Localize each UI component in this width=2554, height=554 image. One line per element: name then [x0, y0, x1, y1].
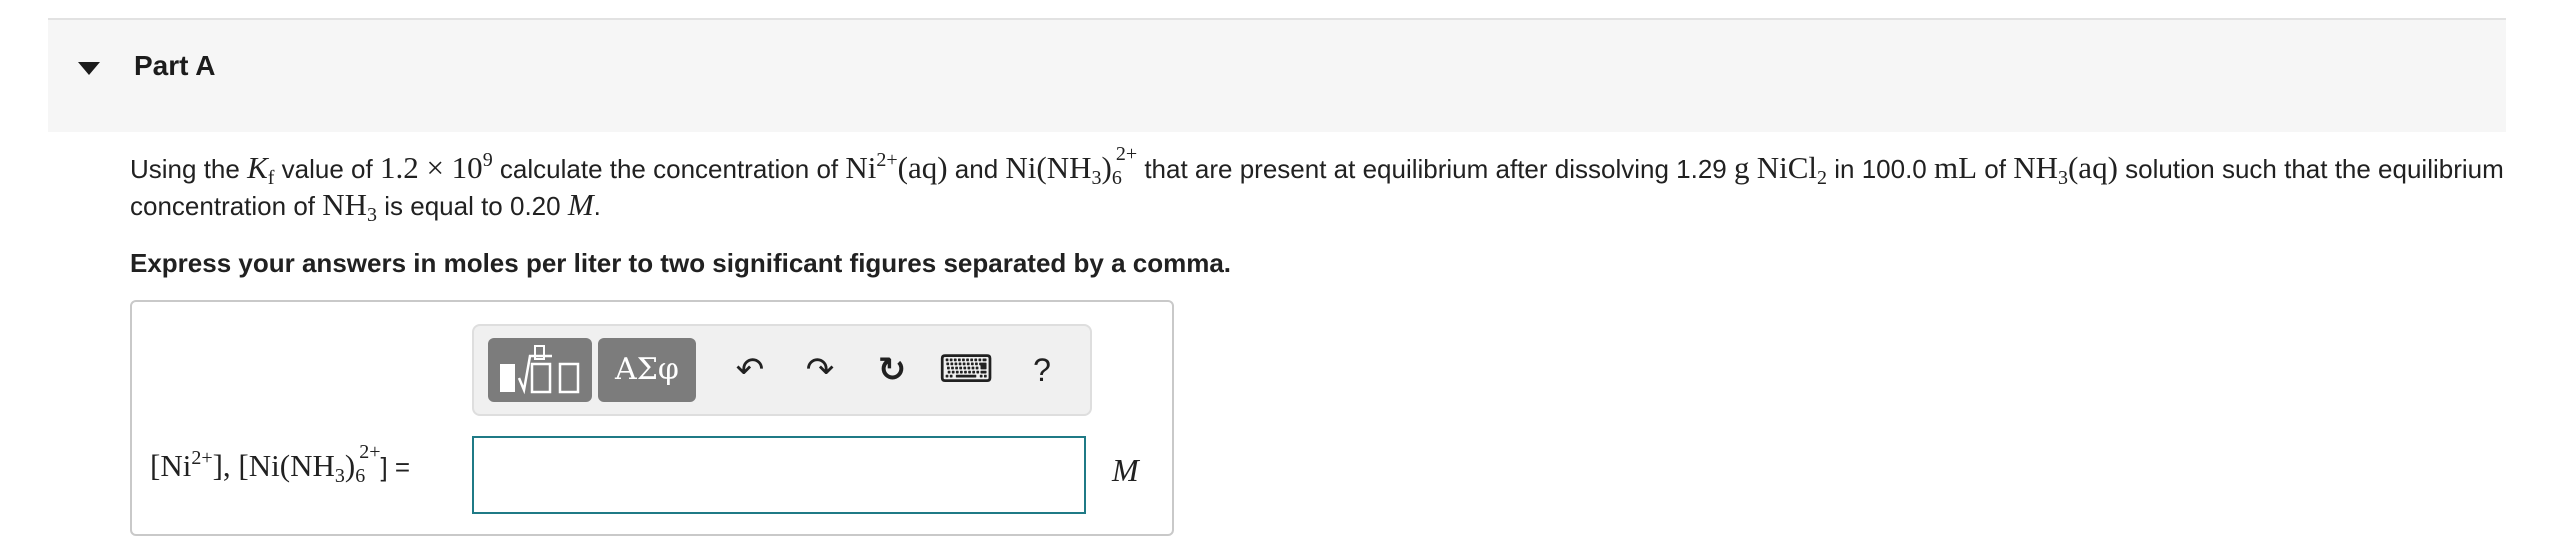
answer-input[interactable] — [472, 436, 1086, 514]
undo-icon[interactable]: ↶ — [722, 340, 778, 400]
answer-unit: M — [1112, 452, 1139, 488]
templates-icon — [500, 345, 580, 395]
unit-milliliters: mL — [1934, 150, 1978, 185]
unit-grams: g — [1733, 150, 1750, 185]
kf-value: 1.2 × 109 — [379, 149, 493, 185]
help-button[interactable]: ? — [1014, 340, 1070, 400]
reset-icon[interactable]: ↻ — [864, 340, 920, 400]
part-a-header[interactable]: Part A — [48, 20, 2506, 132]
answer-panel: ΑΣφ ↶ ↷ ↻ ⌨ ? [Ni2+], [Ni(NH3)62+] = M — [130, 300, 1174, 536]
collapse-caret-icon[interactable] — [78, 62, 100, 75]
answer-label: [Ni2+], [Ni(NH3)62+] = — [150, 441, 411, 487]
unit-molar: M — [567, 187, 594, 222]
greek-symbols-button[interactable]: ΑΣφ — [598, 338, 696, 402]
answer-instruction: Express your answers in moles per liter … — [130, 248, 1232, 278]
ni-ion-formula: Ni2+(aq) — [845, 149, 948, 185]
problem-statement: Using the Kf value of 1.2 × 109 calculat… — [130, 143, 2504, 226]
kf-symbol: Kf — [247, 150, 275, 189]
keyboard-icon[interactable]: ⌨ — [938, 340, 994, 400]
redo-icon[interactable]: ↷ — [792, 340, 848, 400]
ammonia-formula-2: NH3 — [322, 187, 378, 226]
templates-button[interactable] — [488, 338, 592, 402]
part-title: Part A — [134, 50, 216, 81]
math-toolbar: ΑΣφ ↶ ↷ ↻ ⌨ ? — [472, 324, 1092, 416]
nickel-complex-formula: Ni(NH3)62+ — [1005, 143, 1138, 189]
ammonia-formula: NH3(aq) — [2013, 150, 2118, 189]
nicl2-formula: NiCl2 — [1756, 150, 1828, 189]
